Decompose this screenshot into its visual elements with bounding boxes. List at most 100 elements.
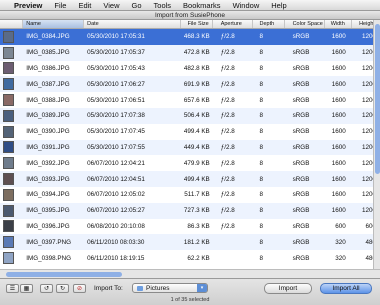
menu-bookmarks[interactable]: Bookmarks: [177, 0, 227, 11]
cell-date: 06/07/2010 12:05:02: [87, 191, 145, 199]
selection-status: 1 of 35 selected: [170, 297, 210, 303]
cell-color-space: sRGB: [292, 159, 310, 167]
vertical-scrollbar[interactable]: [373, 20, 380, 269]
cell-aperture: ƒ/2.8: [220, 191, 235, 199]
cell-width: 320: [335, 254, 346, 262]
menu-edit[interactable]: Edit: [72, 0, 97, 11]
cell-depth: 8: [259, 80, 264, 88]
table-row[interactable]: IMG_0388.JPG 05/30/2010 17:06:51 657.6 KB ƒ…: [0, 92, 380, 108]
cell-width: 1600: [331, 112, 346, 120]
cell-date: 06/07/2010 12:05:27: [87, 207, 145, 215]
cell-aperture: ƒ/2.8: [220, 207, 235, 215]
cell-depth: 8: [259, 207, 264, 215]
rotate-left-icon[interactable]: ↺: [40, 284, 53, 293]
vertical-scroll-knob[interactable]: [375, 24, 380, 174]
cell-name: IMG_0392.JPG: [26, 159, 70, 167]
cell-width: 1600: [331, 33, 346, 41]
cell-file-size: 499.4 KB: [183, 175, 210, 183]
cell-file-size: 506.4 KB: [183, 112, 210, 120]
import-to-label: Import To:: [94, 285, 123, 292]
cell-width: 600: [335, 222, 346, 230]
menu-go[interactable]: Go: [126, 0, 148, 11]
table-row[interactable]: IMG_0397.PNG 06/11/2010 08:03:30 181.2 KB 8…: [0, 234, 380, 251]
rotate-right-icon[interactable]: ↻: [56, 284, 69, 293]
column-header-file-size[interactable]: File Size: [181, 20, 213, 28]
menu-app-preview[interactable]: Preview: [12, 0, 48, 11]
table-row[interactable]: IMG_0394.JPG 06/07/2010 12:05:02 511.7 KB ƒ…: [0, 187, 380, 203]
cell-date: 05/30/2010 17:07:38: [87, 112, 145, 120]
thumbnail-cell: [0, 236, 23, 249]
thumbnail-cell: [0, 46, 23, 59]
cell-date: 06/11/2010 18:19:15: [87, 254, 145, 262]
import-toolbar: ☰ ▦ ↺ ↻ ⊘ Import To: Pictures ▾ Import I…: [0, 278, 380, 305]
cell-name: IMG_0394.JPG: [26, 191, 70, 199]
cell-name: IMG_0395.JPG: [26, 207, 70, 215]
table-row[interactable]: IMG_0386.JPG 05/30/2010 17:05:43 482.8 KB ƒ…: [0, 61, 380, 77]
thumbnail-cell: [0, 141, 23, 154]
list-view-icon[interactable]: ☰: [6, 284, 19, 293]
photo-thumbnail: [3, 94, 14, 107]
cell-depth: 8: [259, 191, 264, 199]
photo-thumbnail: [3, 220, 14, 233]
menu-help[interactable]: Help: [265, 0, 292, 11]
cell-date: 05/30/2010 17:07:45: [87, 128, 145, 136]
cell-date: 06/07/2010 12:04:21: [87, 159, 145, 167]
import-all-button[interactable]: Import All: [320, 283, 372, 294]
cell-date: 05/30/2010 17:06:27: [87, 80, 145, 88]
column-header-color-space[interactable]: Color Space: [285, 20, 326, 28]
cell-color-space: sRGB: [292, 112, 310, 120]
folder-icon: [137, 285, 143, 291]
table-row[interactable]: IMG_0398.PNG 06/11/2010 18:19:15 62.2 KB 8 s…: [0, 250, 380, 266]
column-header-thumbnail[interactable]: [0, 20, 24, 28]
cell-date: 05/30/2010 17:05:37: [87, 49, 145, 57]
import-destination-select[interactable]: Pictures ▾: [132, 283, 208, 293]
cell-date: 05/30/2010 17:05:43: [87, 64, 145, 72]
cell-depth: 8: [259, 128, 264, 136]
chevron-down-icon: ▾: [197, 284, 207, 292]
thumbnail-cell: [0, 30, 23, 43]
table-row[interactable]: IMG_0392.JPG 06/07/2010 12:04:21 479.9 KB ƒ…: [0, 155, 380, 171]
table-row[interactable]: IMG_0396.JPG 06/08/2010 20:10:08 86.3 KB ƒ/…: [0, 219, 380, 235]
menu-file[interactable]: File: [48, 0, 72, 11]
table-row[interactable]: IMG_0391.JPG 05/30/2010 17:07:55 449.4 KB ƒ…: [0, 139, 380, 156]
column-header-width[interactable]: Width: [325, 20, 352, 28]
column-header-name[interactable]: Name: [23, 20, 85, 28]
column-header-aperture[interactable]: Aperture: [213, 20, 254, 28]
table-row[interactable]: IMG_0393.JPG 06/07/2010 12:04:51 499.4 KB ƒ…: [0, 171, 380, 187]
menu-view[interactable]: View: [97, 0, 125, 11]
cell-depth: 8: [259, 64, 264, 72]
horizontal-scrollbar[interactable]: [0, 269, 380, 278]
delete-icon[interactable]: ⊘: [73, 284, 86, 293]
table-row[interactable]: IMG_0389.JPG 05/30/2010 17:07:38 506.4 KB ƒ…: [0, 107, 380, 124]
cell-name: IMG_0387.JPG: [26, 80, 70, 88]
table-row[interactable]: IMG_0384.JPG 05/30/2010 17:05:31 468.3 KB ƒ…: [0, 29, 380, 45]
thumbnail-cell: [0, 78, 23, 91]
cell-width: 1600: [331, 64, 346, 72]
thumbnail-cell: [0, 220, 23, 233]
cell-file-size: 479.9 KB: [183, 159, 210, 167]
horizontal-scroll-knob[interactable]: [6, 272, 122, 277]
photo-thumbnail: [3, 188, 14, 201]
table-row[interactable]: IMG_0395.JPG 06/07/2010 12:05:27 727.3 KB ƒ…: [0, 202, 380, 219]
cell-color-space: sRGB: [292, 191, 310, 199]
import-button[interactable]: Import: [264, 283, 312, 294]
cell-width: 1600: [331, 80, 346, 88]
table-row[interactable]: IMG_0385.JPG 05/30/2010 17:05:37 472.8 KB ƒ…: [0, 44, 380, 61]
column-header-depth[interactable]: Depth: [253, 20, 285, 28]
cell-width: 1600: [331, 175, 346, 183]
thumbnail-cell: [0, 125, 23, 138]
grid-view-icon[interactable]: ▦: [20, 284, 33, 293]
cell-depth: 8: [259, 222, 264, 230]
menu-window[interactable]: Window: [227, 0, 266, 11]
cell-width: 1600: [331, 159, 346, 167]
table-row[interactable]: IMG_0390.JPG 05/30/2010 17:07:45 499.4 KB ƒ…: [0, 124, 380, 140]
cell-aperture: ƒ/2.8: [220, 80, 235, 88]
menu-tools[interactable]: Tools: [148, 0, 178, 11]
cell-width: 1600: [331, 128, 346, 136]
photo-thumbnail: [3, 252, 14, 265]
table-row[interactable]: IMG_0387.JPG 05/30/2010 17:06:27 691.9 KB ƒ…: [0, 76, 380, 93]
cell-date: 05/30/2010 17:05:31: [87, 33, 145, 41]
column-header-date[interactable]: Date: [84, 20, 181, 28]
photo-thumbnail: [3, 30, 14, 43]
cell-date: 06/11/2010 08:03:30: [87, 238, 145, 246]
